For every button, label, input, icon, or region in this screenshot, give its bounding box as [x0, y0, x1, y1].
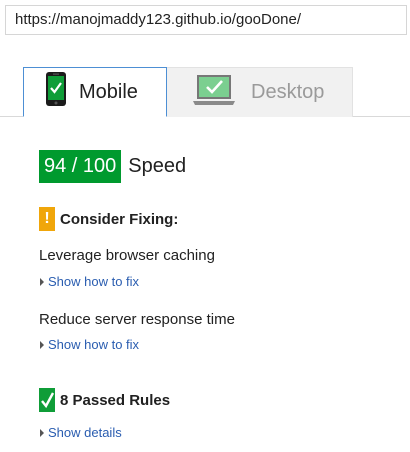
- passed-rules-label: 8 Passed Rules: [60, 391, 171, 409]
- device-tabs: Mobile Desktop: [0, 67, 410, 117]
- show-details-label: Show details: [48, 425, 122, 440]
- phone-check-icon: [45, 71, 67, 113]
- warning-icon: !: [39, 207, 55, 231]
- rule-title: Reduce server response time: [39, 311, 235, 328]
- caret-right-icon: [40, 277, 44, 286]
- score-label: Speed: [128, 155, 187, 177]
- passed-rules-heading: 8 Passed Rules: [39, 388, 170, 412]
- show-how-to-fix-link[interactable]: Show how to fix: [40, 274, 139, 289]
- score-badge: 94 / 100: [39, 150, 122, 183]
- tab-desktop[interactable]: Desktop: [167, 67, 353, 117]
- url-bar[interactable]: https://manojmaddy123.github.io/gooDone/: [5, 5, 407, 35]
- checkmark-icon: [39, 388, 55, 412]
- consider-fixing-heading: ! Consider Fixing:: [39, 207, 178, 231]
- tab-mobile[interactable]: Mobile: [23, 67, 167, 117]
- show-how-to-fix-link[interactable]: Show how to fix: [40, 337, 139, 352]
- caret-right-icon: [40, 340, 44, 349]
- consider-fixing-label: Consider Fixing:: [60, 210, 179, 228]
- show-details-link[interactable]: Show details: [40, 425, 122, 440]
- tab-mobile-label: Mobile: [79, 80, 138, 103]
- caret-right-icon: [40, 428, 44, 437]
- rule-title: Leverage browser caching: [39, 247, 215, 264]
- show-how-to-fix-label: Show how to fix: [48, 337, 140, 352]
- monitor-check-icon: [191, 74, 237, 112]
- show-how-to-fix-label: Show how to fix: [48, 274, 140, 289]
- score-row: 94 / 100 Speed: [39, 150, 186, 183]
- tab-desktop-label: Desktop: [251, 81, 325, 103]
